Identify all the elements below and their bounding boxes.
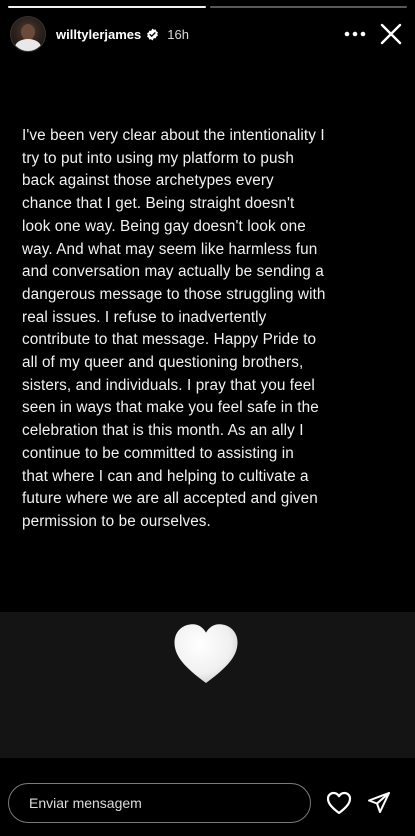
story-progress-bar bbox=[8, 6, 407, 8]
verified-badge-icon bbox=[146, 28, 159, 41]
progress-segment bbox=[209, 6, 407, 8]
close-icon bbox=[380, 23, 402, 45]
story-text: I've been very clear about the intention… bbox=[22, 127, 326, 530]
avatar[interactable] bbox=[10, 16, 46, 52]
like-button[interactable] bbox=[325, 789, 353, 817]
white-heart-icon bbox=[171, 620, 241, 690]
progress-segment bbox=[8, 6, 206, 8]
close-button[interactable] bbox=[377, 20, 405, 48]
post-time: 16h bbox=[167, 26, 189, 42]
story-footer bbox=[0, 770, 415, 836]
avatar-face bbox=[21, 24, 35, 40]
more-options-button[interactable] bbox=[341, 20, 369, 48]
send-paper-plane-icon bbox=[368, 792, 390, 813]
story-view[interactable]: willtylerjames 16h I've been very clear … bbox=[0, 0, 415, 836]
heart-outline-icon bbox=[326, 791, 352, 815]
more-horizontal-icon bbox=[344, 31, 366, 37]
send-button[interactable] bbox=[365, 789, 393, 817]
username[interactable]: willtylerjames bbox=[56, 27, 141, 42]
story-header: willtylerjames 16h bbox=[10, 14, 405, 54]
send-message-input[interactable] bbox=[8, 783, 311, 823]
avatar-shoulders bbox=[15, 39, 41, 51]
